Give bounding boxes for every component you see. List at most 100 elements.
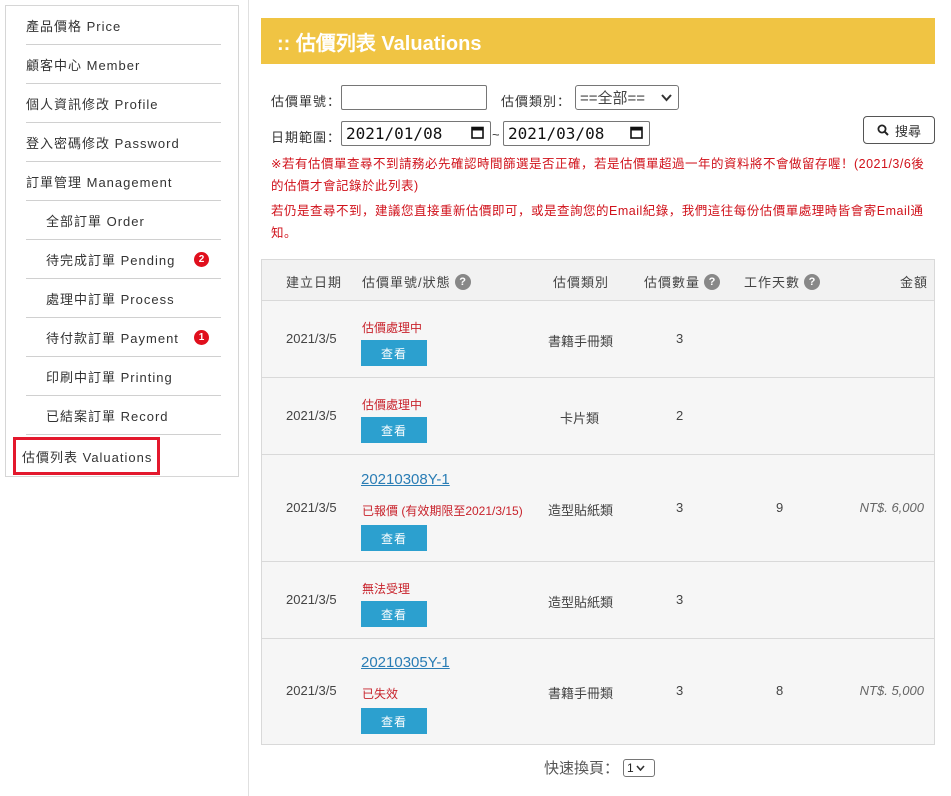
sidebar-item-label: 顧客中心 Member [26,57,141,73]
valuation-number-link[interactable]: 20210308Y-1 [361,471,450,488]
row-quantity: 3 [676,331,684,346]
order-number-label: 估價單號： [271,94,342,109]
help-icon[interactable]: ? [704,273,721,290]
sidebar-item-profile[interactable]: 個人資訊修改 Profile [26,84,221,123]
row-status: 估價處理中 [362,398,423,412]
sidebar-item-label: 個人資訊修改 Profile [26,96,159,112]
main-content: :: 估價列表 Valuations 估價單號： 估價類別： ==全部== 日期… [248,0,951,796]
row-date: 2021/3/5 [286,408,337,423]
table-header: 建立日期 估價單號/狀態? 估價類別 估價數量? 工作天數? 金額 [262,260,934,301]
help-icon[interactable]: ? [454,273,471,290]
sidebar-item-label: 登入密碼修改 Password [26,135,180,151]
row-category: 卡片類 [560,411,600,426]
date-from-value: 2021/01/08 [346,124,443,143]
sidebar-item-printing[interactable]: 印刷中訂單 Printing [26,357,221,396]
sidebar-item-label: 訂單管理 Management [26,174,173,190]
page-select[interactable]: 1 [623,758,656,777]
sidebar-item-process[interactable]: 處理中訂單 Process [26,279,221,318]
chevron-down-icon [636,764,645,771]
row-quantity: 3 [676,592,684,607]
notice-text-2: 若仍是查尋不到，建議您直接重新估價即可，或是查詢您的Email紀錄，我們這往每份… [271,204,924,240]
view-button[interactable]: 查看 [361,340,427,366]
row-category: 書籍手冊類 [548,686,614,701]
category-selected-value: ==全部== [580,90,646,107]
row-category: 書籍手冊類 [548,334,614,349]
row-status: 估價處理中 [362,321,423,335]
table-row: 2021/3/5 20210308Y-1 已報價 (有效期限至2021/3/15… [262,455,934,562]
sidebar-item-label: 待完成訂單 Pending [46,252,176,268]
table-row: 2021/3/5 無法受理 查看 造型貼紙類 3 [262,562,934,639]
view-button[interactable]: 查看 [361,417,427,443]
pagination: 快速換頁： 1 [544,757,656,778]
sidebar-item-label: 全部訂單 Order [46,213,145,229]
table-row: 2021/3/5 20210305Y-1 已失效 查看 書籍手冊類 3 8 NT… [262,639,934,744]
header-category: 估價類別 [553,272,609,291]
category-label: 估價類別： [501,94,572,109]
date-from-input[interactable]: 2021/01/08 [341,121,491,146]
header-created-date: 建立日期 [286,272,342,291]
view-button[interactable]: 查看 [361,525,427,551]
order-number-input[interactable] [341,85,487,110]
sidebar-item-password[interactable]: 登入密碼修改 Password [26,123,221,162]
header-label: 估價類別 [553,275,610,290]
sidebar-item-member[interactable]: 顧客中心 Member [26,45,221,84]
search-button-label: 搜尋 [894,123,921,139]
chevron-down-icon [661,94,672,102]
valuations-table: 建立日期 估價單號/狀態? 估價類別 估價數量? 工作天數? 金額 2021/3… [261,259,935,745]
row-quantity: 2 [676,408,684,423]
calendar-icon[interactable] [630,125,643,139]
row-work-days: 8 [776,683,784,698]
valuation-number-link[interactable]: 20210305Y-1 [361,654,450,671]
table-row: 2021/3/5 估價處理中 查看 書籍手冊類 3 [262,301,934,378]
page-select-value: 1 [627,760,634,775]
sidebar-item-order[interactable]: 全部訂單 Order [26,201,221,240]
header-label: 估價數量 [644,275,701,290]
search-icon [877,124,889,136]
row-amount: NT$. 6,000 [859,500,924,515]
help-icon[interactable]: ? [804,273,821,290]
header-label: 估價單號/狀態 [362,275,451,290]
row-quantity: 3 [676,683,684,698]
date-separator: ~ [492,127,501,142]
sidebar-item-pending[interactable]: 待完成訂單 Pending 2 [26,240,221,279]
sidebar-item-management[interactable]: 訂單管理 Management [26,162,221,201]
view-button[interactable]: 查看 [361,708,427,734]
date-to-input[interactable]: 2021/03/08 [503,121,650,146]
sidebar-item-label: 估價列表 Valuations [22,449,153,465]
row-status: 無法受理 [362,582,411,596]
header-amount: 金額 [900,272,928,291]
sidebar-item-record[interactable]: 已結案訂單 Record [26,396,221,435]
pager-label: 快速換頁： [544,760,620,777]
sidebar-item-valuations[interactable]: 估價列表 Valuations [13,437,160,475]
row-category: 造型貼紙類 [548,595,614,610]
sidebar-item-label: 待付款訂單 Payment [46,330,179,346]
row-quantity: 3 [676,500,684,515]
header-label: 金額 [900,275,929,290]
date-range-label: 日期範圍： [271,130,342,145]
search-button[interactable]: 搜尋 [863,116,935,144]
header-number-status: 估價單號/狀態? [362,272,471,291]
row-date: 2021/3/5 [286,500,337,515]
row-category: 造型貼紙類 [548,503,614,518]
header-quantity: 估價數量? [644,272,721,291]
page-title: :: 估價列表 Valuations [261,18,935,64]
sidebar-item-price[interactable]: 產品價格 Price [26,6,221,45]
row-date: 2021/3/5 [286,683,337,698]
row-amount: NT$. 5,000 [859,683,924,698]
sidebar-item-label: 印刷中訂單 Printing [46,369,173,385]
sidebar-item-label: 已結案訂單 Record [46,408,169,424]
sidebar-item-payment[interactable]: 待付款訂單 Payment 1 [26,318,221,357]
table-row: 2021/3/5 估價處理中 查看 卡片類 2 [262,378,934,455]
calendar-icon[interactable] [471,125,484,139]
category-select[interactable]: ==全部== [575,85,679,110]
header-label: 建立日期 [286,275,343,290]
payment-count-badge: 1 [194,330,209,345]
sidebar-item-label: 處理中訂單 Process [46,291,175,307]
row-work-days: 9 [776,500,784,515]
view-button[interactable]: 查看 [361,601,427,627]
row-status: 已報價 (有效期限至2021/3/15) [362,504,523,518]
row-status: 已失效 [362,687,399,701]
row-date: 2021/3/5 [286,331,337,346]
date-to-value: 2021/03/08 [508,124,605,143]
sidebar: 產品價格 Price 顧客中心 Member 個人資訊修改 Profile 登入… [5,5,239,477]
